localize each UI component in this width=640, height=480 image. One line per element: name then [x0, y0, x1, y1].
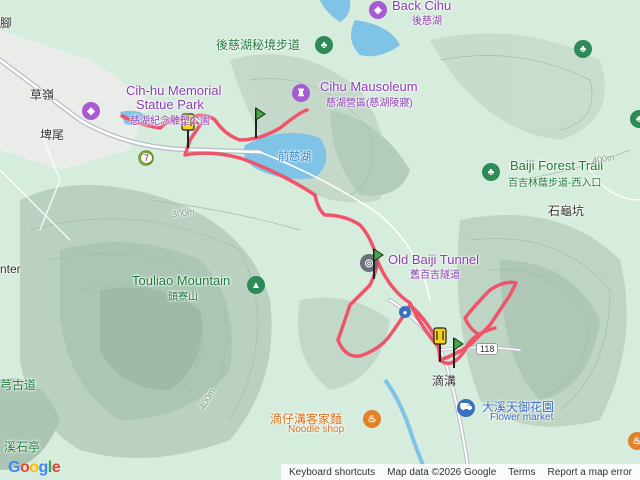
bus-stop-icon[interactable]: ● — [399, 306, 411, 318]
cihu-mausoleum-label-en[interactable]: Cihu Mausoleum — [320, 79, 418, 94]
flag-marker-green-tunnel-icon[interactable] — [370, 247, 384, 279]
xishi-pavilion-label[interactable]: 溪石亭 — [4, 438, 40, 455]
daxi-garden-label-en[interactable]: Flower market — [490, 412, 553, 423]
google-logo: Google — [8, 459, 61, 476]
monument-icon[interactable]: ♜ — [292, 84, 310, 102]
cihu-memorial-label-en1[interactable]: Cih-hu Memorial — [126, 83, 221, 98]
touliao-mountain-label-zh[interactable]: 頭寮山 — [168, 288, 198, 303]
cihu-memorial-label-en2[interactable]: Statue Park — [136, 97, 204, 112]
museum-icon-left[interactable]: ◈ — [82, 102, 100, 120]
park-icon-right[interactable]: ♣ — [574, 40, 592, 58]
map-data-text: Map data ©2026 Google — [387, 466, 497, 478]
park-icon-touliao[interactable]: ▲ — [247, 276, 265, 294]
park-icon-baiji[interactable]: ♣ — [482, 163, 500, 181]
keyboard-shortcuts-link[interactable]: Keyboard shortcuts — [289, 467, 375, 478]
report-error-link[interactable]: Report a map error — [548, 467, 632, 478]
cihu-mausoleum-label-zh[interactable]: 慈湖營區(慈湖陵寢) — [326, 94, 413, 109]
museum-icon[interactable]: ◈ — [369, 1, 387, 19]
route-118-badge: 118 — [476, 343, 499, 355]
park-icon[interactable]: ♣ — [315, 36, 333, 54]
qian-cihu-label: 前慈湖 — [278, 151, 311, 163]
dikeng-label: 滴溝 — [432, 374, 457, 388]
attribution-bar: Keyboard shortcuts Map data ©2026 Google… — [280, 464, 640, 480]
old-baiji-tunnel-label-zh[interactable]: 舊百吉隧道 — [410, 266, 460, 281]
jiao-label: 腳 — [0, 16, 13, 30]
old-baiji-tunnel-label-en[interactable]: Old Baiji Tunnel — [388, 252, 479, 267]
baiji-trail-label-en[interactable]: Baiji Forest Trail — [510, 158, 603, 173]
center-partial-label: nter — [0, 262, 21, 276]
restaurant-icon-edge[interactable]: ♨ — [628, 432, 640, 450]
cihu-memorial-label-zh[interactable]: 慈湖紀念雕塑公園 — [130, 112, 210, 127]
shiguikeng-label: 石龜坑 — [548, 204, 585, 218]
restaurant-icon[interactable]: ♨ — [363, 410, 381, 428]
noodle-shop-label-en[interactable]: Noodle shop — [288, 424, 344, 435]
route-7-badge: 7 — [140, 152, 154, 164]
baiji-trail-label-zh[interactable]: 百吉林蔭步道-西入口 — [508, 174, 601, 189]
caoling-label: 草嶺 — [30, 88, 55, 102]
flag-marker-green-end-icon[interactable] — [450, 336, 464, 368]
terms-link[interactable]: Terms — [508, 467, 535, 478]
shopping-icon[interactable]: ⛟ — [457, 399, 475, 417]
houcihu-trail-label[interactable]: 後慈湖秘境步道 — [216, 36, 300, 53]
touliao-mountain-label-en[interactable]: Touliao Mountain — [132, 273, 230, 288]
sancha-trail-label[interactable]: 芎古道 — [0, 376, 36, 393]
flag-marker-green-icon[interactable] — [252, 106, 266, 138]
end-marker-yellow-icon[interactable] — [432, 326, 448, 362]
back-cihu-label-zh[interactable]: 後慈湖 — [412, 12, 442, 27]
beiwei-label: 埤尾 — [40, 128, 65, 142]
